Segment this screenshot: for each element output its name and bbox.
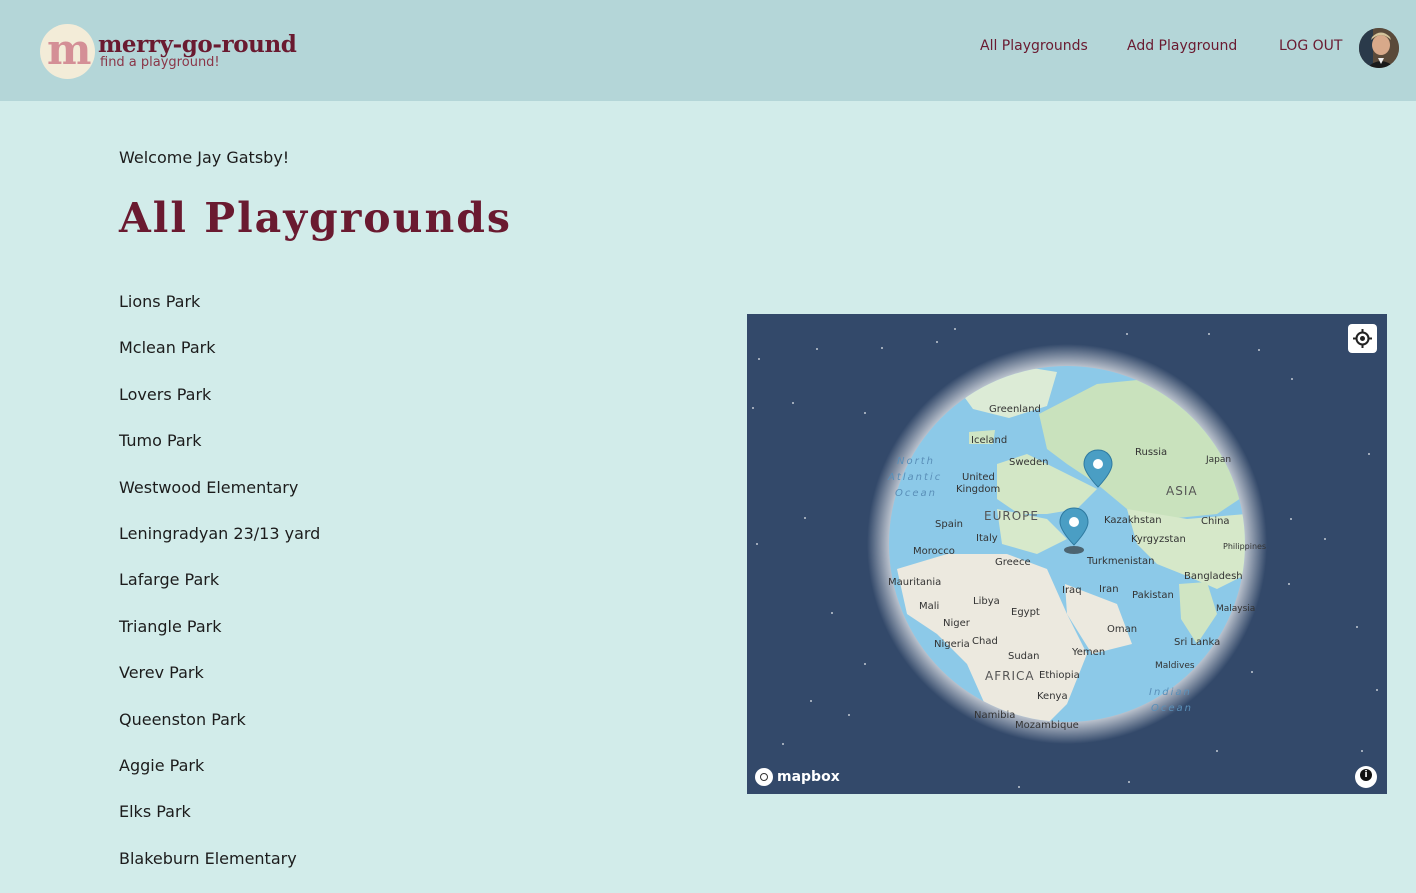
- svg-text:Mauritania: Mauritania: [888, 577, 941, 588]
- playground-map[interactable]: Greenland Iceland Russia Japan North Atl…: [747, 314, 1387, 794]
- svg-text:Sweden: Sweden: [1009, 457, 1049, 468]
- playground-item[interactable]: Elks Park: [119, 800, 320, 846]
- svg-text:Sudan: Sudan: [1008, 651, 1040, 662]
- svg-text:Ocean: Ocean: [895, 488, 937, 499]
- svg-text:Kyrgyzstan: Kyrgyzstan: [1131, 534, 1186, 545]
- svg-text:Ocean: Ocean: [1151, 703, 1193, 714]
- playground-item[interactable]: Lafarge Park: [119, 568, 320, 614]
- svg-text:Iceland: Iceland: [971, 435, 1007, 446]
- playground-item[interactable]: Leningradyan 23/13 yard: [119, 522, 320, 568]
- navbar: m merry-go-round find a playground! All …: [0, 0, 1416, 101]
- user-avatar[interactable]: [1359, 28, 1399, 68]
- svg-text:Russia: Russia: [1135, 447, 1167, 458]
- avatar-image: [1359, 28, 1399, 68]
- brand-tagline: find a playground!: [100, 55, 220, 70]
- playground-item[interactable]: Westwood Elementary: [119, 476, 320, 522]
- nav-all-playgrounds[interactable]: All Playgrounds: [980, 38, 1088, 54]
- playground-item[interactable]: Queenston Park: [119, 708, 320, 754]
- svg-text:Oman: Oman: [1107, 624, 1137, 635]
- svg-text:Italy: Italy: [976, 533, 998, 544]
- svg-text:Namibia: Namibia: [974, 710, 1015, 721]
- svg-text:Spain: Spain: [935, 519, 963, 530]
- svg-text:China: China: [1201, 516, 1230, 527]
- svg-text:Libya: Libya: [973, 596, 1000, 607]
- svg-text:Kazakhstan: Kazakhstan: [1104, 515, 1162, 526]
- svg-text:North: North: [897, 456, 935, 467]
- svg-text:Malaysia: Malaysia: [1216, 604, 1255, 614]
- nav-logout[interactable]: LOG OUT: [1279, 38, 1342, 54]
- svg-text:Greece: Greece: [995, 557, 1031, 568]
- svg-text:Ethiopia: Ethiopia: [1039, 670, 1080, 681]
- playground-item[interactable]: Lions Park: [119, 290, 320, 336]
- svg-text:Atlantic: Atlantic: [887, 472, 942, 483]
- crosshair-icon: [1353, 329, 1372, 348]
- svg-text:Iraq: Iraq: [1062, 585, 1082, 596]
- svg-text:Niger: Niger: [943, 618, 971, 629]
- globe-map[interactable]: Greenland Iceland Russia Japan North Atl…: [747, 314, 1387, 794]
- geolocate-button[interactable]: [1348, 324, 1377, 353]
- nav-add-playground[interactable]: Add Playground: [1127, 38, 1237, 54]
- playground-item[interactable]: Verev Park: [119, 661, 320, 707]
- playground-item[interactable]: Aggie Park: [119, 754, 320, 800]
- svg-text:Yemen: Yemen: [1071, 647, 1105, 658]
- svg-text:Maldives: Maldives: [1155, 661, 1195, 671]
- svg-text:Pakistan: Pakistan: [1132, 590, 1174, 601]
- info-icon[interactable]: [1355, 766, 1377, 788]
- svg-text:AFRICA: AFRICA: [985, 669, 1035, 683]
- playground-item[interactable]: Triangle Park: [119, 615, 320, 661]
- playground-item[interactable]: Blakeburn Elementary: [119, 847, 320, 893]
- playground-list: Lions Park Mclean Park Lovers Park Tumo …: [119, 290, 320, 893]
- svg-text:Egypt: Egypt: [1011, 607, 1040, 618]
- svg-text:Iran: Iran: [1099, 584, 1119, 595]
- svg-text:Kingdom: Kingdom: [956, 484, 1000, 495]
- svg-text:Greenland: Greenland: [989, 404, 1041, 415]
- mapbox-wordmark: mapbox: [777, 769, 840, 785]
- svg-text:Bangladesh: Bangladesh: [1184, 571, 1243, 582]
- svg-text:Mozambique: Mozambique: [1015, 720, 1079, 731]
- svg-text:ASIA: ASIA: [1166, 484, 1198, 498]
- playground-item[interactable]: Tumo Park: [119, 429, 320, 475]
- page-title: All Playgrounds: [119, 194, 513, 242]
- svg-text:Philippines: Philippines: [1223, 542, 1266, 551]
- svg-text:EUROPE: EUROPE: [984, 509, 1039, 523]
- svg-text:United: United: [962, 472, 995, 483]
- svg-text:Turkmenistan: Turkmenistan: [1086, 556, 1154, 567]
- mapbox-logo[interactable]: mapbox: [755, 768, 840, 786]
- svg-text:Nigeria: Nigeria: [934, 639, 970, 650]
- welcome-message: Welcome Jay Gatsby!: [119, 148, 290, 167]
- mapbox-icon: [755, 768, 773, 786]
- svg-text:Morocco: Morocco: [913, 546, 955, 557]
- svg-text:Sri Lanka: Sri Lanka: [1174, 637, 1220, 648]
- svg-text:Kenya: Kenya: [1037, 691, 1068, 702]
- svg-text:Chad: Chad: [972, 636, 998, 647]
- svg-text:Japan: Japan: [1205, 455, 1231, 465]
- playground-item[interactable]: Mclean Park: [119, 336, 320, 382]
- svg-text:Indian: Indian: [1149, 687, 1192, 698]
- logo-letter: m: [47, 25, 92, 74]
- svg-text:Mali: Mali: [919, 601, 939, 612]
- playground-item[interactable]: Lovers Park: [119, 383, 320, 429]
